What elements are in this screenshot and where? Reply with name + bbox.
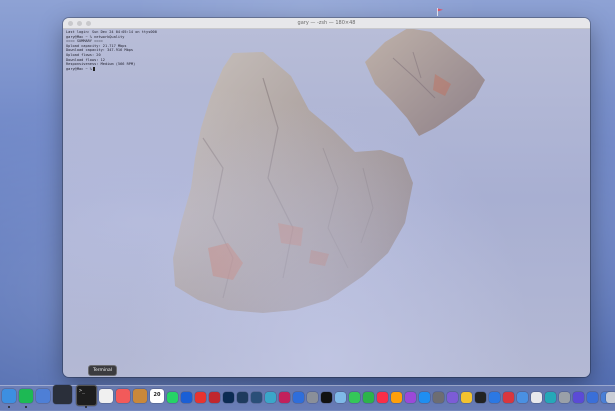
app-blue2-dock-icon[interactable] [293, 392, 304, 403]
app-purple2-dock-icon[interactable] [573, 392, 584, 403]
app-blue3-dock-icon[interactable] [419, 392, 430, 403]
lightroom-classic-dock-icon[interactable] [251, 392, 262, 403]
calendar-day: 20 [153, 392, 161, 398]
app-darkblue-dock-icon[interactable] [181, 392, 192, 403]
appletv-dock-icon[interactable] [321, 392, 332, 403]
cursor-dock-icon[interactable] [53, 385, 72, 404]
running-indicator [84, 406, 87, 408]
app-green-dock-icon[interactable] [349, 392, 360, 403]
app-blue6-dock-icon[interactable] [587, 392, 598, 403]
terminal-dock-icon[interactable]: >_ [76, 385, 97, 406]
finder-dock-icon[interactable] [2, 389, 16, 403]
klarna-dock-icon[interactable] [116, 389, 130, 403]
app-blue5-dock-icon[interactable] [517, 392, 528, 403]
music-dock-icon[interactable] [377, 392, 388, 403]
app-yellow-dock-icon[interactable] [461, 392, 472, 403]
app-black-dock-icon[interactable] [475, 392, 486, 403]
app-purple-dock-icon[interactable] [447, 392, 458, 403]
lightroom-dock-icon[interactable] [237, 392, 248, 403]
terminal-output[interactable]: Last login: Sun Dec 24 04:05:14 on ttys0… [63, 28, 590, 377]
terminal-window[interactable]: gary — -zsh — 180×48 Last login: Sun Dec… [63, 18, 590, 377]
filezilla-dock-icon[interactable] [209, 392, 220, 403]
menubar-flag-icon[interactable] [436, 8, 444, 16]
app-green2-dock-icon[interactable] [363, 392, 374, 403]
whatsapp-dock-icon[interactable] [167, 392, 178, 403]
window-title: gary — -zsh — 180×48 [297, 20, 356, 26]
photoshop-dock-icon[interactable] [223, 392, 234, 403]
app-brown-dock-icon[interactable] [133, 389, 147, 403]
running-indicator [25, 406, 27, 408]
app-gray-dock-icon[interactable] [307, 392, 318, 403]
app-lightblue-dock-icon[interactable] [335, 392, 346, 403]
trash-dock-icon[interactable] [606, 392, 615, 403]
calendar-dock-icon[interactable]: 20 [150, 389, 164, 403]
app-blue4-dock-icon[interactable] [489, 392, 500, 403]
terminal-prompt-line[interactable]: gary@Mac ~ % [66, 67, 587, 72]
app-white2-dock-icon[interactable] [531, 392, 542, 403]
app-gray3-dock-icon[interactable] [559, 392, 570, 403]
app-red-dock-icon[interactable] [195, 392, 206, 403]
terminal-prompt-icon: >_ [79, 388, 86, 394]
podcasts-dock-icon[interactable] [405, 392, 416, 403]
terminal-prompt: gary@Mac ~ % [66, 66, 92, 71]
app-pink-dock-icon[interactable] [279, 392, 290, 403]
running-indicator [8, 406, 10, 408]
app-teal-dock-icon[interactable] [265, 392, 276, 403]
app-orange-dock-icon[interactable] [391, 392, 402, 403]
app-white-dock-icon[interactable] [99, 389, 113, 403]
app-red2-dock-icon[interactable] [503, 392, 514, 403]
app-teal2-dock-icon[interactable] [545, 392, 556, 403]
text-cursor [92, 66, 95, 71]
spotify-dock-icon[interactable] [19, 389, 33, 403]
app-blue-dock-icon[interactable] [36, 389, 50, 403]
dock-tooltip: Terminal [88, 365, 118, 376]
app-gray2-dock-icon[interactable] [433, 392, 444, 403]
